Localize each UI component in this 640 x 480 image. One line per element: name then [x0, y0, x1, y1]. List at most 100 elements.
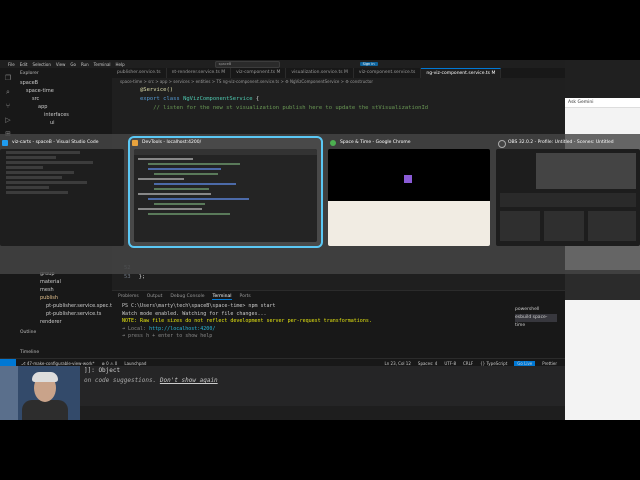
tree-item[interactable]: app [16, 103, 112, 111]
menu-item-view[interactable]: View [56, 62, 66, 67]
code-decorator: @Service() [140, 87, 174, 93]
code-comment: // listen for the new st visualization p… [153, 105, 429, 111]
switcher-card-devtools[interactable]: DevTools - localhost:4200/ [128, 136, 323, 248]
terminal-prompt: PS C:\Users\marty\tech\spaceB\space-time… [122, 303, 276, 309]
webcam-overlay [0, 366, 80, 420]
code-class-name: NgVizComponentService [183, 96, 253, 102]
status-item[interactable]: ⎇ 47-make-configurable-view-work* [21, 361, 95, 366]
panel-tab-problems[interactable]: Problems [118, 294, 139, 300]
menu-item-selection[interactable]: Selection [32, 62, 50, 67]
card-title: OBS 32.0.2 - Profile: Untitled - Scenes:… [508, 140, 614, 145]
task-switcher: viz-carts - spaceB - Visual Studio Code … [0, 134, 640, 274]
status-item[interactable]: {} TypeScript [480, 361, 507, 366]
switcher-card-vscode[interactable]: viz-carts - spaceB - Visual Studio Code [0, 138, 124, 246]
background-code-line: ]]: Object [84, 367, 121, 374]
suggestion-text: on code suggestions. [84, 377, 157, 384]
background-editor-window: ]]: Object on code suggestions. Don't sh… [80, 366, 565, 406]
code-closing: }; [138, 274, 146, 280]
menu-item-edit[interactable]: Edit [20, 62, 28, 67]
ask-gemini-bar[interactable]: Ask Gemini [565, 98, 640, 108]
search-icon[interactable]: ⌕ [4, 88, 12, 96]
tree-item[interactable]: pt-publisher.service.ts [16, 310, 112, 318]
card-thumbnail [0, 149, 124, 246]
status-item[interactable]: Launchpad [124, 361, 146, 366]
card-thumbnail [134, 149, 317, 242]
sign-in-button[interactable]: Sign in [359, 62, 378, 66]
status-right: Ln 23, Col 12 Spaces: 4 UTF-8 CRLF {} TypeSc… [385, 360, 565, 366]
canvas-cube [404, 175, 412, 183]
panel-tabs: Problems Output Debug Console Terminal Ports [112, 291, 565, 303]
status-item[interactable]: CRLF [463, 361, 473, 366]
switcher-card-obs[interactable]: OBS 32.0.2 - Profile: Untitled - Scenes:… [496, 138, 640, 246]
editor-tab[interactable]: ng-viz-component.service.ts M [421, 68, 502, 78]
dont-show-again-link[interactable]: Don't show again [160, 377, 218, 384]
line-number: 53 [124, 274, 131, 280]
tree-item[interactable]: spaceB [16, 79, 112, 87]
tree-item[interactable]: renderer [16, 318, 112, 326]
menu-item-terminal[interactable]: Terminal [94, 62, 111, 67]
tree-item[interactable]: src [16, 95, 112, 103]
source-control-icon[interactable]: ⑂ [4, 102, 12, 110]
code-keyword: export class [140, 96, 180, 102]
switcher-card-chrome[interactable]: Space & Time - Google Chrome [328, 138, 490, 246]
desktop-screen: File Edit Selection View Go Run Terminal Help s… [0, 60, 640, 420]
devtools-app-icon [132, 140, 138, 146]
obs-app-icon [498, 140, 506, 148]
terminal-line: Watch mode enabled. Watching for file ch… [122, 310, 267, 317]
panel-tab-output[interactable]: Output [147, 294, 163, 300]
terminal-local-label: ➜ Local: [122, 325, 147, 332]
terminal-instance[interactable]: esbuild space-time [515, 314, 557, 328]
status-item[interactable]: Spaces: 4 [418, 361, 437, 366]
tree-item[interactable]: space-time [16, 87, 112, 95]
tree-item[interactable]: pt-publisher.service.spec.ts [16, 302, 112, 310]
panel-tab-terminal[interactable]: Terminal [212, 294, 232, 300]
tree-item[interactable]: publish [16, 294, 112, 302]
card-thumbnail [496, 149, 640, 246]
code-brace: { [255, 96, 260, 102]
explorer-title: Explorer [20, 71, 39, 76]
outline-section[interactable]: Outline [20, 330, 36, 335]
run-debug-icon[interactable]: ▷ [4, 116, 12, 124]
terminal-local-url[interactable]: http://localhost:4200/ [149, 326, 215, 332]
files-icon[interactable]: ❐ [4, 74, 12, 82]
tree-item[interactable]: interfaces [16, 111, 112, 119]
card-title: viz-carts - spaceB - Visual Studio Code [12, 140, 99, 145]
editor-tab[interactable]: publisher.service.ts [112, 68, 167, 78]
terminal-output[interactable]: PS C:\Users\marty\tech\spaceB\space-time… [112, 303, 565, 341]
chrome-app-icon [330, 140, 336, 146]
terminal-list: powershell esbuild space-time [515, 306, 557, 328]
editor-tabs: publisher.service.ts nt-renderer.service.… [112, 68, 565, 78]
timeline-section[interactable]: Timeline [20, 350, 39, 355]
terminal-instance[interactable]: powershell [515, 306, 557, 314]
menu-item-go[interactable]: Go [70, 62, 76, 67]
status-item[interactable]: Go Live [514, 360, 536, 366]
panel-tab-debug-console[interactable]: Debug Console [170, 294, 204, 300]
terminal-help: ➜ press h + enter to show help [122, 333, 213, 339]
editor-tab[interactable]: visualization.service.ts M [286, 68, 354, 78]
editor-tab[interactable]: viz-component.service.ts [354, 68, 422, 78]
menu-bar: File Edit Selection View Go Run Terminal Help [8, 62, 125, 67]
panel-tab-ports[interactable]: Ports [240, 294, 251, 300]
obs-strip [565, 270, 640, 300]
menu-item-help[interactable]: Help [116, 62, 125, 67]
card-title: DevTools - localhost:4200/ [142, 140, 202, 145]
tree-item[interactable]: material [16, 278, 112, 286]
tree-item[interactable]: ui [16, 119, 112, 127]
status-left: ⎇ 47-make-configurable-view-work* ⊗ 0 ⚠ 0… [16, 361, 146, 366]
editor-tab[interactable]: nt-renderer.service.ts M [167, 68, 232, 78]
status-item[interactable]: Ln 23, Col 12 [385, 361, 411, 366]
status-item[interactable]: ⊗ 0 ⚠ 0 [102, 361, 118, 366]
file-tree-top: spaceB space-time src app interfaces ui [16, 79, 112, 127]
terminal-note: NOTE: Raw file sizes do not reflect deve… [122, 318, 372, 324]
editor-tab[interactable]: viz-component.ts M [231, 68, 287, 78]
status-item[interactable]: UTF-8 [444, 361, 456, 366]
menu-item-run[interactable]: Run [81, 62, 89, 67]
status-item[interactable]: Prettier [542, 361, 557, 366]
breadcrumb[interactable]: space-time > src > app > services > enti… [112, 78, 565, 86]
right-window-titlebar [565, 60, 640, 98]
page-footer-area [328, 201, 490, 246]
command-search-input[interactable]: spaceB [214, 60, 280, 68]
tree-item[interactable]: mesh [16, 286, 112, 294]
menu-item-file[interactable]: File [8, 62, 15, 67]
code-view[interactable]: @Service() export class NgVizComponentSe… [112, 86, 565, 113]
